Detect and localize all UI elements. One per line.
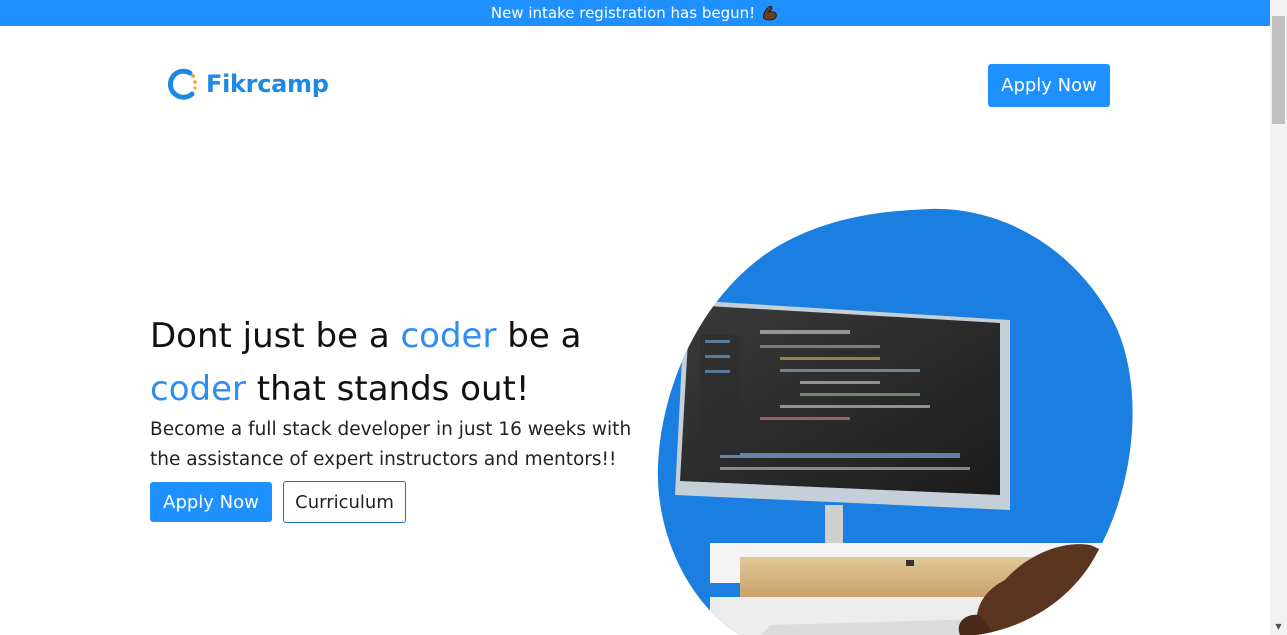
hero-title: Dont just be a coder be a coder that sta… bbox=[150, 310, 670, 416]
announcement-bar: New intake registration has begun! bbox=[0, 0, 1270, 26]
hero-apply-now-button[interactable]: Apply Now bbox=[150, 482, 272, 522]
scrollbar[interactable]: ▲ ▼ bbox=[1270, 0, 1287, 635]
hero-title-part: be a bbox=[496, 316, 582, 356]
hero-title-part: that stands out! bbox=[245, 369, 530, 409]
fikrcamp-logo-icon bbox=[167, 68, 197, 100]
announcement-text: New intake registration has begun! bbox=[490, 4, 756, 22]
hero-subtitle: Become a full stack developer in just 16… bbox=[150, 419, 632, 470]
scroll-down-arrow-icon[interactable]: ▼ bbox=[1270, 618, 1287, 635]
hero-title-accent: coder bbox=[400, 316, 497, 356]
brand-name: Fikrcamp bbox=[206, 70, 329, 98]
hero-title-accent: coder bbox=[150, 369, 246, 409]
brand-logo[interactable]: Fikrcamp bbox=[162, 61, 329, 107]
scrollbar-thumb[interactable] bbox=[1272, 16, 1285, 124]
flexed-biceps-icon bbox=[763, 5, 777, 21]
nav-apply-now-button[interactable]: Apply Now bbox=[988, 64, 1110, 107]
curriculum-button[interactable]: Curriculum bbox=[283, 481, 406, 523]
hero-image bbox=[657, 208, 1133, 635]
hero-title-part: Dont just be a bbox=[150, 316, 401, 356]
